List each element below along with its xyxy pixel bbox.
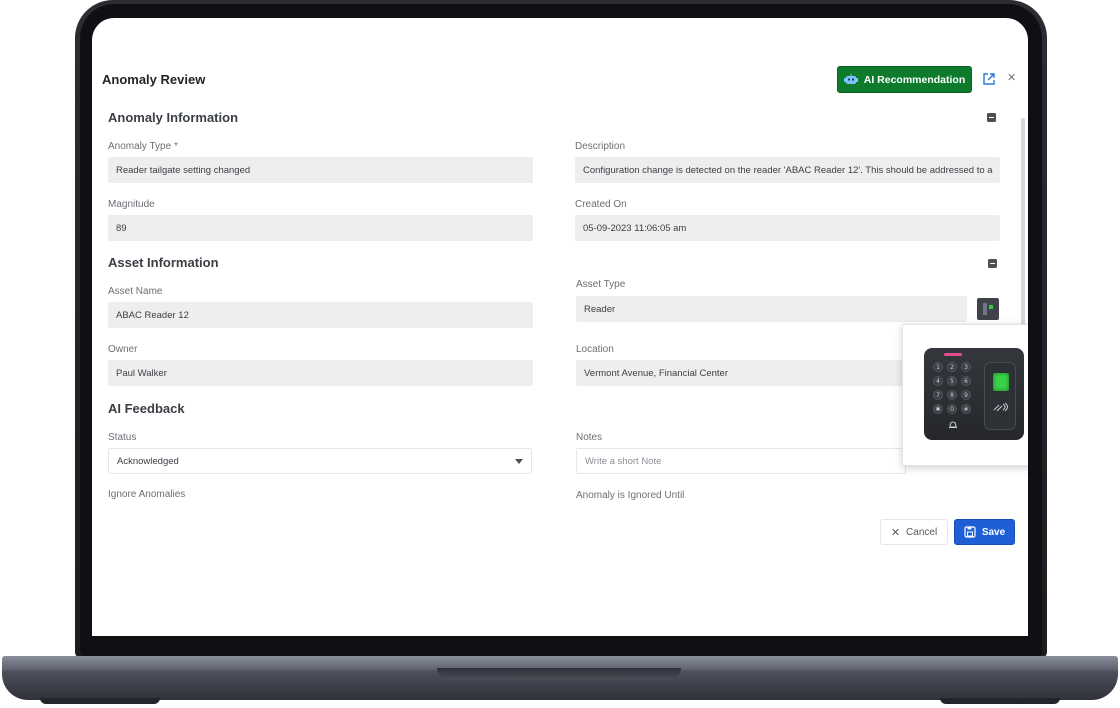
notes-input[interactable]: Write a short Note [576,448,906,474]
status-label: Status [108,432,137,443]
notes-label: Notes [576,432,603,443]
description-label: Description [575,141,626,152]
chevron-down-icon [515,459,523,464]
anomaly-type-field[interactable]: Reader tailgate setting changed [108,157,533,183]
scrollbar[interactable] [1021,118,1025,338]
save-icon [964,526,976,538]
contactless-icon [993,402,1008,412]
laptop-foot-right [940,698,1060,704]
owner-field[interactable]: Paul Walker [108,360,533,386]
anomaly-type-label: Anomaly Type * [108,141,178,152]
bell-icon [949,421,957,428]
owner-label: Owner [108,344,138,355]
keypad-key: 8 [947,390,957,400]
popout-icon[interactable] [982,72,996,86]
collapse-asset-icon[interactable] [988,259,997,268]
reader-preview-card: 1 2 3 4 5 6 7 8 9 ✱ 0 # [902,324,1028,466]
close-icon[interactable]: ✕ [1007,71,1016,84]
ai-recommendation-label: AI Recommendation [863,73,966,86]
location-field[interactable]: Vermont Avenue, Financial Center [576,360,906,386]
keypad-key: 2 [947,362,957,372]
laptop-foot-left [40,698,160,704]
description-field[interactable]: Configuration change is detected on the … [575,157,1000,183]
keypad-key: 6 [961,376,971,386]
status-led [944,353,962,356]
keypad-key: 5 [947,376,957,386]
cancel-button[interactable]: ✕ Cancel [880,519,948,545]
magnitude-field[interactable]: 89 [108,215,533,241]
robot-icon [843,73,858,84]
created-on-label: Created On [575,199,627,210]
keypad-key: 4 [933,376,943,386]
magnitude-label: Magnitude [108,199,155,210]
modal-title: Anomaly Review [102,72,206,87]
asset-type-label: Asset Type [576,279,626,290]
reader-device-icon[interactable] [977,298,999,320]
ai-feedback-title: AI Feedback [108,401,185,416]
asset-information-title: Asset Information [108,255,219,270]
fingerprint-pad [984,362,1016,430]
reader-device-image: 1 2 3 4 5 6 7 8 9 ✱ 0 # [924,348,1024,440]
save-button[interactable]: Save [954,519,1015,545]
ignore-anomalies-label: Ignore Anomalies [108,489,186,500]
close-icon: ✕ [890,526,901,539]
keypad-key: 7 [933,390,943,400]
ignored-until-label: Anomaly is Ignored Until [576,490,685,501]
asset-name-label: Asset Name [108,286,163,297]
cancel-label: Cancel [906,526,938,538]
anomaly-information-title: Anomaly Information [108,110,239,125]
keypad-key: # [961,404,971,414]
asset-type-field[interactable]: Reader [576,296,967,322]
created-on-field[interactable]: 05-09-2023 11:06:05 am [575,215,1000,241]
fingerprint-sensor [993,373,1009,391]
asset-name-field[interactable]: ABAC Reader 12 [108,302,533,328]
keypad-key: 3 [961,362,971,372]
screen: Anomaly Review AI Recommendation ✕ Anoma… [92,18,1028,636]
save-label: Save [981,526,1006,538]
collapse-anomaly-icon[interactable] [987,113,996,122]
keypad-key: ✱ [933,404,943,414]
keypad-key: 0 [947,404,957,414]
status-select[interactable]: Acknowledged [108,448,532,474]
status-value: Acknowledged [117,455,179,467]
location-label: Location [576,344,614,355]
keypad-key: 1 [933,362,943,372]
keypad-key: 9 [961,390,971,400]
ai-recommendation-button[interactable]: AI Recommendation [837,66,972,93]
laptop-notch [437,668,681,680]
